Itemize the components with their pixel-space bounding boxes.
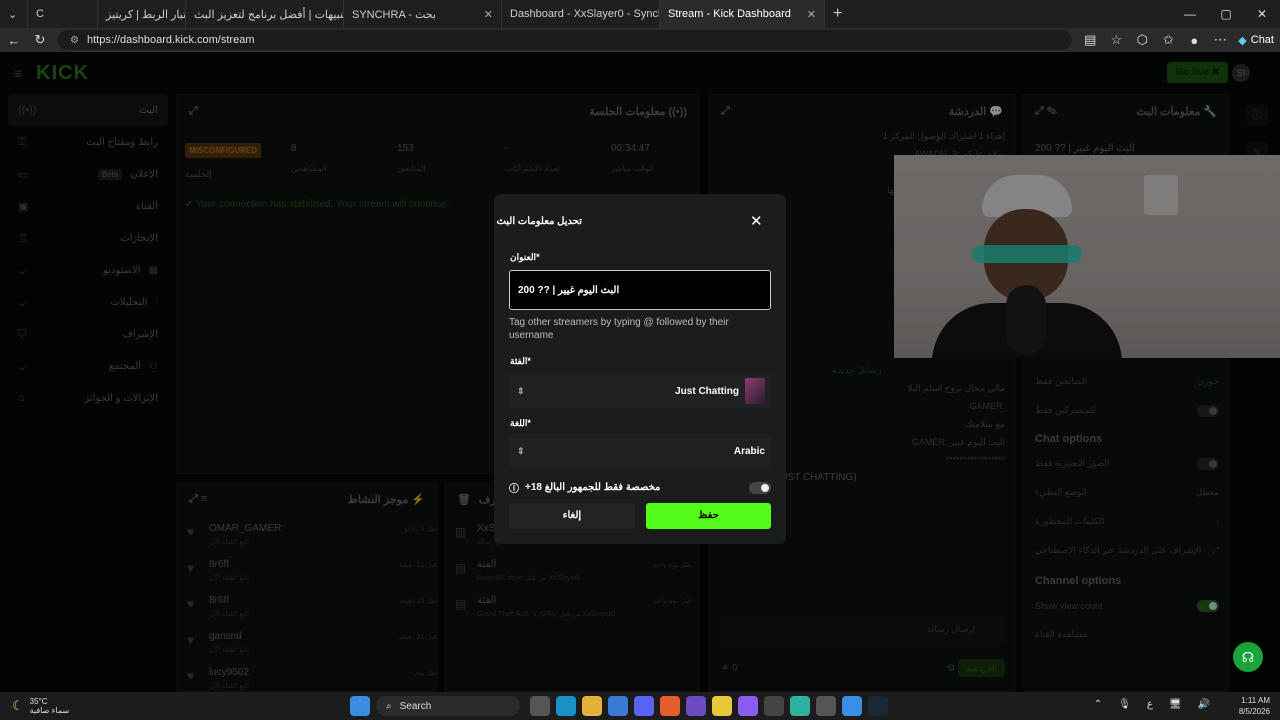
more-icon[interactable]: ⋯: [1212, 32, 1228, 48]
tab-label: التنبيهات | أفضل برنامج لتعزيز البث: [194, 8, 344, 21]
system-tray: ⌃ 🎙 ع 🖥 🔊: [1094, 699, 1210, 710]
weather-text: سماء صافية: [29, 706, 70, 715]
app-icon[interactable]: [764, 696, 784, 716]
select-arrows-icon: ⇕: [517, 385, 525, 396]
modal-title: تحديل معلومات البث: [496, 216, 582, 227]
tab-label: Stream - Kick Dashboard: [668, 8, 791, 20]
copilot-chat-button[interactable]: ◆ Chat: [1238, 34, 1274, 47]
cancel-button[interactable]: إلغاء: [509, 503, 635, 529]
minimize-icon[interactable]: —: [1172, 0, 1208, 28]
search-icon: ⌕: [386, 700, 392, 712]
category-thumbnail: [745, 378, 765, 404]
browser-tab-alerts[interactable]: التنبيهات | أفضل برنامج لتعزيز البث✕: [186, 0, 344, 28]
windows-taskbar: ☾ 35°C سماء صافية ⌕ Search ⌃ 🎙 ع 🖥 🔊 1:11…: [0, 692, 1280, 720]
tab-label: SYNCHRA - بحث: [352, 8, 436, 21]
task-view-icon[interactable]: [530, 696, 550, 716]
language-value: Arabic: [733, 445, 765, 457]
discord-icon[interactable]: [634, 696, 654, 716]
app-icon[interactable]: [712, 696, 732, 716]
tab-menu[interactable]: ⌄: [0, 0, 28, 28]
volume-icon[interactable]: 🔊: [1198, 699, 1210, 710]
copilot-icon: ◆: [1238, 34, 1247, 47]
browser-tab-search[interactable]: SYNCHRA - بحث ✕: [344, 0, 502, 28]
tab-label: اختبار الربط | كريتيز: [106, 8, 185, 21]
browser-tabbar: ⌄ C اختبار الربط | كريتيز✕ التنبيهات | أ…: [0, 0, 1280, 28]
site-info-icon[interactable]: ⚙: [70, 35, 79, 46]
headset-icon: ☊: [1241, 649, 1255, 665]
steam-icon[interactable]: [868, 696, 888, 716]
url-text: https://dashboard.kick.com/stream: [86, 34, 255, 46]
edge-icon[interactable]: [556, 696, 576, 716]
mature-content-row: ⓘ +مخصصة فقط للجمهور البالغ 18: [509, 480, 771, 495]
window-controls: — ▢ ✕: [1172, 0, 1280, 28]
audio-icon[interactable]: [790, 696, 810, 716]
app-icon[interactable]: [660, 696, 680, 716]
extensions-icon[interactable]: ⬡: [1134, 32, 1150, 48]
moon-icon: ☾: [12, 698, 24, 713]
title-field-label: العنوان*: [510, 252, 540, 262]
chat-label: Chat: [1250, 34, 1274, 46]
browser-tab-c[interactable]: C: [28, 0, 98, 28]
collections-icon[interactable]: ✩: [1160, 32, 1176, 48]
start-icon[interactable]: [350, 696, 370, 716]
weather-widget[interactable]: ☾ 35°C سماء صافية: [0, 697, 200, 715]
browser-tab-link-test[interactable]: اختبار الربط | كريتيز✕: [98, 0, 186, 28]
temperature: 35°C: [29, 697, 48, 706]
back-icon[interactable]: ←: [6, 33, 22, 48]
new-tab-button[interactable]: +: [825, 0, 853, 28]
category-select[interactable]: ⇕ Just Chatting: [509, 374, 771, 408]
store-icon[interactable]: [608, 696, 628, 716]
clock[interactable]: 1:11 AM 8/5/2026: [1239, 695, 1270, 717]
maximize-icon[interactable]: ▢: [1208, 0, 1244, 28]
info-icon[interactable]: ⓘ: [509, 480, 519, 495]
time: 1:11 AM: [1241, 696, 1270, 705]
chevron-up-icon[interactable]: ⌃: [1094, 699, 1102, 710]
reader-icon[interactable]: ▤: [1082, 32, 1098, 48]
mic-icon[interactable]: 🎙: [1118, 699, 1131, 710]
profile-icon[interactable]: ●: [1186, 33, 1202, 48]
title-value: البث اليوم غيير | ?? 200: [518, 284, 620, 296]
tag-hint: Tag other streamers by typing @ followed…: [509, 317, 729, 341]
explorer-icon[interactable]: [582, 696, 602, 716]
tab-label: Dashboard - XxSlayer0 - Synchra: [510, 8, 660, 20]
stream-title-input[interactable]: البث اليوم غيير | ?? 200: [509, 270, 771, 310]
network-icon[interactable]: 🖥: [1169, 699, 1182, 710]
browser-tab-kick[interactable]: Stream - Kick Dashboard ✕: [660, 0, 825, 28]
photos-icon[interactable]: [842, 696, 862, 716]
close-icon[interactable]: ✕: [807, 8, 816, 21]
obs-icon[interactable]: [816, 696, 836, 716]
url-field[interactable]: ⚙ https://dashboard.kick.com/stream: [58, 30, 1073, 50]
input-language[interactable]: ع: [1147, 699, 1153, 710]
close-icon[interactable]: ✕: [750, 212, 763, 230]
tab-label: C: [36, 8, 44, 20]
date: 8/5/2026: [1238, 707, 1270, 716]
category-field-label: الفئة*: [510, 356, 531, 366]
category-value: Just Chatting: [675, 385, 739, 397]
taskbar-pinned: [350, 696, 370, 716]
taskbar-apps: [530, 696, 888, 716]
taskbar-search[interactable]: ⌕ Search: [376, 696, 520, 716]
favorite-icon[interactable]: ☆: [1108, 32, 1124, 48]
vs-icon[interactable]: [686, 696, 706, 716]
browser-tab-synchra[interactable]: Dashboard - XxSlayer0 - Synchra✕: [502, 0, 660, 28]
close-icon[interactable]: ✕: [484, 8, 493, 21]
mature-label: +مخصصة فقط للجمهور البالغ 18: [525, 482, 661, 493]
address-bar-row: ← ↻ ⚙ https://dashboard.kick.com/stream …: [0, 28, 1280, 52]
support-chat-button[interactable]: ☊: [1233, 642, 1263, 672]
gamepad-icon[interactable]: [738, 696, 758, 716]
language-select[interactable]: ⇕ Arabic: [509, 434, 771, 468]
search-label: Search: [399, 700, 432, 712]
select-arrows-icon: ⇕: [517, 445, 525, 456]
reload-icon[interactable]: ↻: [32, 32, 48, 48]
language-field-label: اللغة*: [510, 418, 531, 428]
edit-stream-info-modal: تحديل معلومات البث ✕ العنوان* البث اليوم…: [494, 194, 786, 544]
window-close-icon[interactable]: ✕: [1244, 0, 1280, 28]
mature-content-toggle[interactable]: [749, 481, 771, 494]
save-button[interactable]: حفظ: [646, 503, 771, 529]
